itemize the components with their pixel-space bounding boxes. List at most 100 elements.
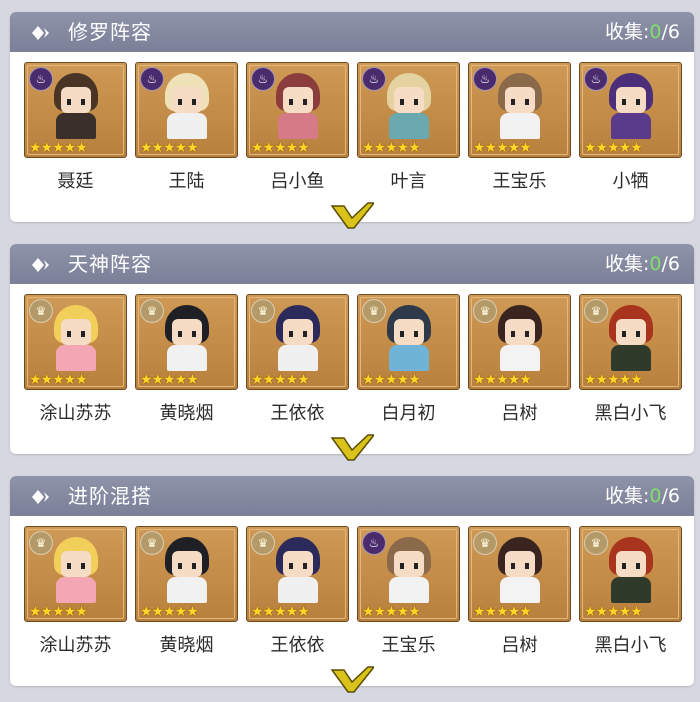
character-name: 王依依 xyxy=(270,635,325,656)
crown-faction-icon: ♛ xyxy=(584,299,608,323)
character-portrait[interactable]: ♨ ★★★★★ xyxy=(579,62,682,158)
character-portrait[interactable]: ♨ ★★★★★ xyxy=(24,62,127,158)
character-portrait[interactable]: ♛ ★★★★★ xyxy=(24,294,127,390)
collect-counter: 收集:0/6 xyxy=(605,484,680,508)
character-grid: ♨ ★★★★★ 聂廷 ♨ ★★★★★ 王陆 ♨ ★★★★★ 吕小鱼 ♨ ★★★★★ 叶言 ♨ ★★★★★ 王… xyxy=(24,62,684,208)
character-sprite xyxy=(157,301,217,371)
character-name: 涂山苏苏 xyxy=(39,403,112,424)
panel-header: 进阶混搭 收集:0/6 xyxy=(10,476,694,516)
character-portrait[interactable]: ♨ ★★★★★ xyxy=(357,62,460,158)
character-portrait[interactable]: ♛ ★★★★★ xyxy=(135,294,238,390)
diamond-icon xyxy=(32,489,49,504)
character-name: 黄晓烟 xyxy=(159,403,214,424)
character-card[interactable]: ♛ ★★★★★ 黄晓烟 xyxy=(135,294,238,440)
character-card[interactable]: ♨ ★★★★★ 叶言 xyxy=(357,62,460,208)
character-portrait[interactable]: ♛ ★★★★★ xyxy=(579,294,682,390)
character-sprite xyxy=(601,69,661,139)
star-rating: ★★★★★ xyxy=(362,140,421,156)
character-portrait[interactable]: ♛ ★★★★★ xyxy=(135,526,238,622)
expand-chevron-icon[interactable] xyxy=(330,434,376,462)
collected-count: 0 xyxy=(649,21,662,43)
character-card[interactable]: ♛ ★★★★★ 王依依 xyxy=(246,526,349,672)
character-portrait[interactable]: ♛ ★★★★★ xyxy=(579,526,682,622)
character-card[interactable]: ♛ ★★★★★ 涂山苏苏 xyxy=(24,294,127,440)
star-rating: ★★★★★ xyxy=(473,604,532,620)
character-card[interactable]: ♨ ★★★★★ 王宝乐 xyxy=(357,526,460,672)
total-count: /6 xyxy=(661,485,681,507)
diamond-icon xyxy=(32,25,49,40)
expand-chevron-icon[interactable] xyxy=(330,666,376,694)
character-name: 王宝乐 xyxy=(492,171,547,192)
star-rating: ★★★★★ xyxy=(29,140,88,156)
character-card[interactable]: ♛ ★★★★★ 王依依 xyxy=(246,294,349,440)
character-sprite xyxy=(46,533,106,603)
character-name: 王依依 xyxy=(270,403,325,424)
character-name: 涂山苏苏 xyxy=(39,635,112,656)
character-sprite xyxy=(268,533,328,603)
character-portrait[interactable]: ♛ ★★★★★ xyxy=(468,526,571,622)
panel-title: 修罗阵容 xyxy=(68,20,152,44)
star-rating: ★★★★★ xyxy=(140,604,199,620)
star-rating: ★★★★★ xyxy=(29,372,88,388)
star-rating: ★★★★★ xyxy=(29,604,88,620)
star-rating: ★★★★★ xyxy=(140,372,199,388)
collect-counter: 收集:0/6 xyxy=(605,20,680,44)
character-name: 小牺 xyxy=(612,171,649,192)
character-card[interactable]: ♨ ★★★★★ 吕小鱼 xyxy=(246,62,349,208)
expand-chevron-icon[interactable] xyxy=(330,202,376,230)
star-rating: ★★★★★ xyxy=(584,372,643,388)
character-name: 黑白小飞 xyxy=(594,635,667,656)
character-name: 吕树 xyxy=(501,403,538,424)
character-name: 黄晓烟 xyxy=(159,635,214,656)
character-name: 吕小鱼 xyxy=(270,171,325,192)
character-sprite xyxy=(46,301,106,371)
fire-faction-icon: ♨ xyxy=(251,67,275,91)
lineup-panel: 天神阵容 收集:0/6 ♛ ★★★★★ 涂山苏苏 ♛ ★★★★★ 黄晓烟 ♛ ★★★★★ 王依依 ♛ ★… xyxy=(10,244,694,461)
crown-faction-icon: ♛ xyxy=(140,531,164,555)
character-portrait[interactable]: ♨ ★★★★★ xyxy=(246,62,349,158)
crown-faction-icon: ♛ xyxy=(29,299,53,323)
character-portrait[interactable]: ♛ ★★★★★ xyxy=(246,526,349,622)
character-name: 王陆 xyxy=(168,171,205,192)
total-count: /6 xyxy=(661,21,681,43)
fire-faction-icon: ♨ xyxy=(584,67,608,91)
star-rating: ★★★★★ xyxy=(251,372,310,388)
character-card[interactable]: ♛ ★★★★★ 吕树 xyxy=(468,294,571,440)
character-card[interactable]: ♨ ★★★★★ 王宝乐 xyxy=(468,62,571,208)
character-name: 王宝乐 xyxy=(381,635,436,656)
character-card[interactable]: ♛ ★★★★★ 黑白小飞 xyxy=(579,526,682,672)
panel-header: 修罗阵容 收集:0/6 xyxy=(10,12,694,52)
character-card[interactable]: ♛ ★★★★★ 黑白小飞 xyxy=(579,294,682,440)
fire-faction-icon: ♨ xyxy=(473,67,497,91)
character-name: 聂廷 xyxy=(57,171,94,192)
lineup-panel: 进阶混搭 收集:0/6 ♛ ★★★★★ 涂山苏苏 ♛ ★★★★★ 黄晓烟 ♛ ★★★★★ 王依依 ♨ ★… xyxy=(10,476,694,693)
fire-faction-icon: ♨ xyxy=(362,67,386,91)
diamond-icon xyxy=(32,257,49,272)
fire-faction-icon: ♨ xyxy=(140,67,164,91)
character-grid: ♛ ★★★★★ 涂山苏苏 ♛ ★★★★★ 黄晓烟 ♛ ★★★★★ 王依依 ♨ ★★★★★ 王宝乐 ♛ ★★… xyxy=(24,526,684,672)
character-portrait[interactable]: ♨ ★★★★★ xyxy=(468,62,571,158)
character-card[interactable]: ♨ ★★★★★ 聂廷 xyxy=(24,62,127,208)
character-portrait[interactable]: ♛ ★★★★★ xyxy=(24,526,127,622)
character-card[interactable]: ♛ ★★★★★ 白月初 xyxy=(357,294,460,440)
character-portrait[interactable]: ♨ ★★★★★ xyxy=(135,62,238,158)
character-portrait[interactable]: ♛ ★★★★★ xyxy=(357,294,460,390)
character-sprite xyxy=(157,533,217,603)
character-card[interactable]: ♨ ★★★★★ 小牺 xyxy=(579,62,682,208)
character-card[interactable]: ♛ ★★★★★ 吕树 xyxy=(468,526,571,672)
character-card[interactable]: ♛ ★★★★★ 黄晓烟 xyxy=(135,526,238,672)
character-sprite xyxy=(379,69,439,139)
character-sprite xyxy=(601,301,661,371)
character-portrait[interactable]: ♛ ★★★★★ xyxy=(246,294,349,390)
panel-title: 天神阵容 xyxy=(68,252,152,276)
character-grid: ♛ ★★★★★ 涂山苏苏 ♛ ★★★★★ 黄晓烟 ♛ ★★★★★ 王依依 ♛ ★★★★★ 白月初 ♛ ★★… xyxy=(24,294,684,440)
collected-count: 0 xyxy=(649,485,662,507)
character-sprite xyxy=(601,533,661,603)
character-card[interactable]: ♨ ★★★★★ 王陆 xyxy=(135,62,238,208)
character-portrait[interactable]: ♨ ★★★★★ xyxy=(357,526,460,622)
character-card[interactable]: ♛ ★★★★★ 涂山苏苏 xyxy=(24,526,127,672)
star-rating: ★★★★★ xyxy=(140,140,199,156)
crown-faction-icon: ♛ xyxy=(473,299,497,323)
character-portrait[interactable]: ♛ ★★★★★ xyxy=(468,294,571,390)
star-rating: ★★★★★ xyxy=(473,372,532,388)
